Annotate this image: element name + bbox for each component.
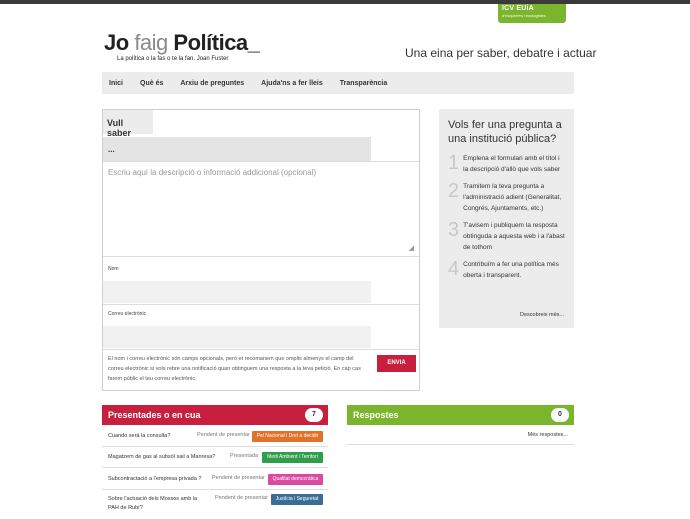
privacy-note: El nom i correu electrònic són camps opc… bbox=[108, 356, 361, 382]
divider bbox=[103, 349, 419, 350]
step-text: Contribuïm a fer una política més oberta… bbox=[463, 261, 559, 279]
side-title: Vols fer una pregunta a una institució p… bbox=[448, 119, 562, 145]
presented-title: Presentades o en cua bbox=[108, 410, 201, 420]
question-status: Pendent de presentar bbox=[197, 432, 250, 438]
description-placeholder: Escriu aquí la descripció o informació a… bbox=[108, 168, 317, 177]
step-item: 1 Emplena el formulari amb el títol i la… bbox=[448, 153, 565, 175]
step-item: 4 Contribuïm a fer una política més ober… bbox=[448, 259, 565, 281]
question-form: Vull saber ... Escriu aquí la descripció… bbox=[102, 109, 420, 391]
step-number: 2 bbox=[448, 180, 460, 202]
question-text[interactable]: Cuando será la consulta? bbox=[108, 432, 208, 441]
nav-item-transparencia[interactable]: Transparència bbox=[340, 80, 387, 87]
question-row[interactable]: Magatzem de gas al subsòl sail a Manresa… bbox=[102, 447, 328, 468]
name-field[interactable] bbox=[103, 281, 371, 303]
description-textarea[interactable]: Escriu aquí la descripció o informació a… bbox=[103, 161, 419, 257]
title-input[interactable]: ... bbox=[103, 137, 371, 161]
logo-politica: Política_ bbox=[173, 30, 260, 55]
step-item: 2 Tramitem la teva pregunta a l'administ… bbox=[448, 181, 565, 214]
site-logo[interactable]: Jo faig Política_ bbox=[104, 30, 260, 56]
badge-subtitle: d'esquerres i ecologistes bbox=[502, 13, 546, 18]
presented-count-badge: 7 bbox=[305, 408, 323, 422]
question-status: Presentada bbox=[230, 453, 259, 459]
email-label: Correu electrònic bbox=[108, 311, 147, 317]
nav-item-inici[interactable]: Inici bbox=[109, 80, 123, 87]
responses-header: Respostes 0 bbox=[347, 405, 574, 425]
step-item: 3 T'avisem i publiquem la resposta obtin… bbox=[448, 220, 565, 253]
name-label: Nom bbox=[108, 266, 119, 272]
nav-item-que-es[interactable]: Què és bbox=[140, 80, 163, 87]
form-title: Vull saber bbox=[103, 110, 153, 138]
how-it-works-panel: Vols fer una pregunta a una institució p… bbox=[439, 109, 574, 328]
topic-tag[interactable]: Justícia i Seguretat bbox=[271, 494, 323, 505]
question-row[interactable]: Sobre l'actuació dels Mossos amb la PAH … bbox=[102, 490, 328, 519]
step-number: 1 bbox=[448, 152, 460, 174]
presented-header: Presentades o en cua 7 bbox=[102, 405, 328, 425]
badge-title: ICV EUiA bbox=[502, 5, 534, 12]
main-nav: Inici Què és Arxiu de preguntes Ajuda'ns… bbox=[102, 72, 574, 94]
resize-handle-icon[interactable]: ◢ bbox=[409, 244, 414, 252]
send-button[interactable]: ENVIA bbox=[377, 355, 416, 372]
step-text: Emplena el formulari amb el títol i la d… bbox=[463, 155, 561, 173]
nav-item-ajuda[interactable]: Ajuda'ns a fer lleis bbox=[261, 80, 323, 87]
responses-count-badge: 0 bbox=[551, 408, 569, 422]
step-text: Tramitem la teva pregunta a l'administra… bbox=[463, 183, 562, 212]
step-text: T'avisem i publiquem la resposta obtingu… bbox=[463, 222, 565, 251]
question-row[interactable]: Subcontractació a l'empresa privada ? Pe… bbox=[102, 468, 328, 490]
question-text[interactable]: Subcontractació a l'empresa privada ? bbox=[108, 475, 208, 484]
logo-jo: Jo bbox=[104, 30, 129, 55]
question-status: Pendent de presentar bbox=[215, 495, 268, 501]
email-field[interactable] bbox=[103, 326, 371, 348]
more-responses-link[interactable]: Més respostes... bbox=[347, 425, 574, 445]
question-text[interactable]: Magatzem de gas al subsòl sail a Manresa… bbox=[108, 453, 238, 462]
responses-title: Respostes bbox=[353, 410, 399, 420]
top-bar bbox=[0, 0, 690, 4]
question-status: Pendent de presentar bbox=[212, 475, 265, 481]
topic-tag[interactable]: Pel Nacional i Dret a decidir bbox=[252, 431, 323, 442]
divider bbox=[103, 304, 419, 305]
logo-faig: faig bbox=[134, 30, 168, 55]
question-text[interactable]: Sobre l'actuació dels Mossos amb la PAH … bbox=[108, 495, 208, 513]
topic-tag[interactable]: Qualitat democràtica bbox=[268, 474, 323, 485]
nav-item-arxiu[interactable]: Arxiu de preguntes bbox=[180, 80, 244, 87]
discover-more-link[interactable]: Descobreix més... bbox=[520, 312, 564, 318]
step-number: 3 bbox=[448, 219, 460, 241]
party-badge[interactable]: ICV EUiA d'esquerres i ecologistes bbox=[498, 4, 566, 23]
tagline: Una eina per saber, debatre i actuar bbox=[405, 46, 597, 60]
step-number: 4 bbox=[448, 258, 460, 280]
topic-tag[interactable]: Medi Ambient i Territori bbox=[262, 452, 323, 463]
question-row[interactable]: Cuando será la consulta? Pendent de pres… bbox=[102, 426, 328, 447]
logo-subtitle: La política o la fas o te la fan. Joan F… bbox=[117, 56, 229, 62]
